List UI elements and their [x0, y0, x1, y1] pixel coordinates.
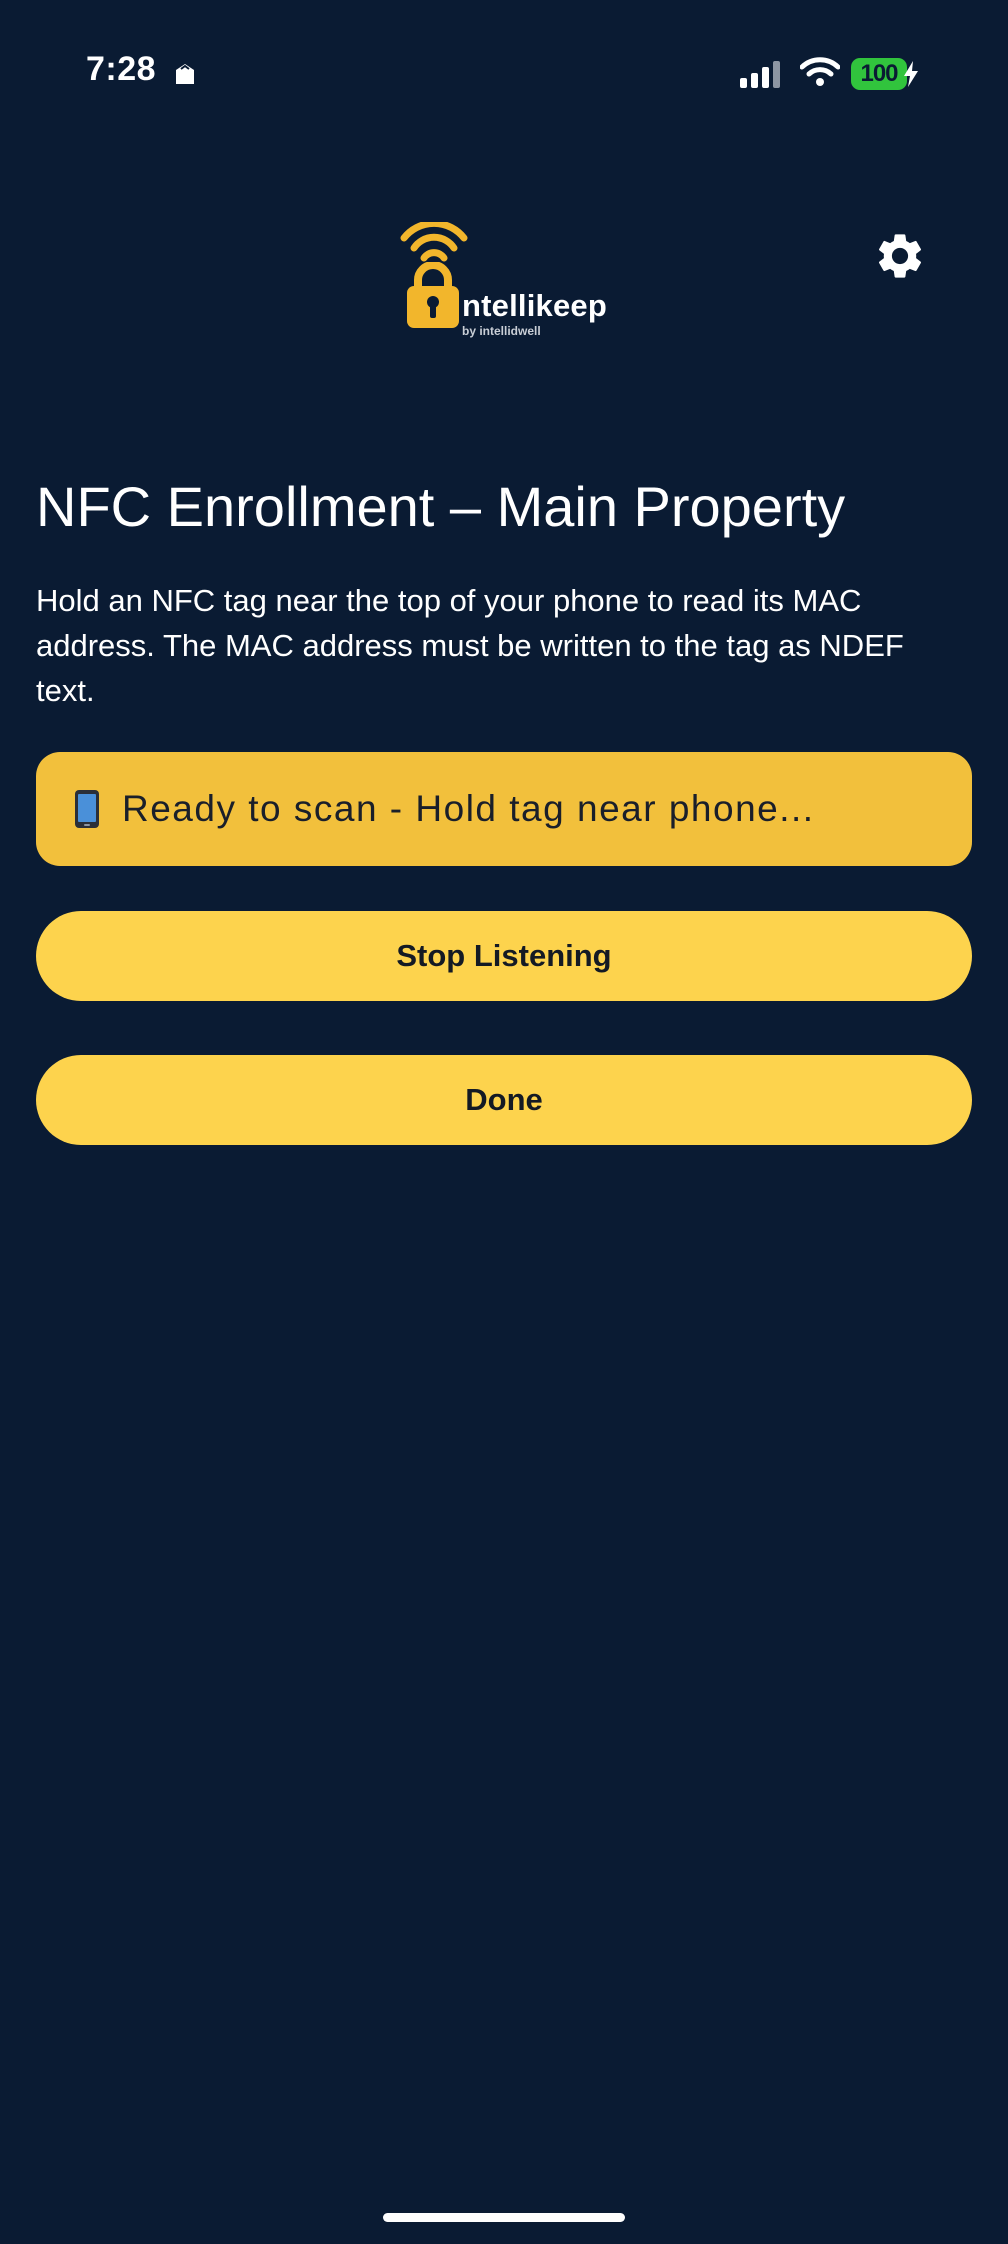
charging-bolt-icon [904, 61, 918, 87]
instructions-text: Hold an NFC tag near the top of your pho… [36, 583, 904, 708]
mobile-phone-icon [75, 790, 99, 828]
scan-status-panel: Ready to scan - Hold tag near phone... [36, 752, 972, 866]
page-title: NFC Enrollment – Main Property [36, 475, 846, 538]
battery-indicator: 100 [851, 58, 907, 90]
status-time: 7:28 [86, 50, 157, 88]
stop-listening-button[interactable]: Stop Listening [36, 911, 972, 1001]
settings-button[interactable] [872, 228, 928, 284]
home-indicator[interactable] [383, 2213, 625, 2222]
status-bar: 7:28 100 [0, 0, 1008, 150]
gear-icon [878, 234, 922, 278]
intellikeep-logo: ntellikeep by intellidwell [400, 222, 610, 342]
cellular-signal-icon [740, 61, 780, 88]
done-button[interactable]: Done [36, 1055, 972, 1145]
scan-status-text: Ready to scan - Hold tag near phone... [122, 788, 815, 829]
scan-app-icon [176, 64, 194, 84]
wifi-icon [800, 57, 840, 86]
logo-subtitle: by intellidwell [462, 324, 541, 338]
logo-brand-text: ntellikeep [462, 288, 607, 323]
padlock-icon [407, 262, 459, 328]
